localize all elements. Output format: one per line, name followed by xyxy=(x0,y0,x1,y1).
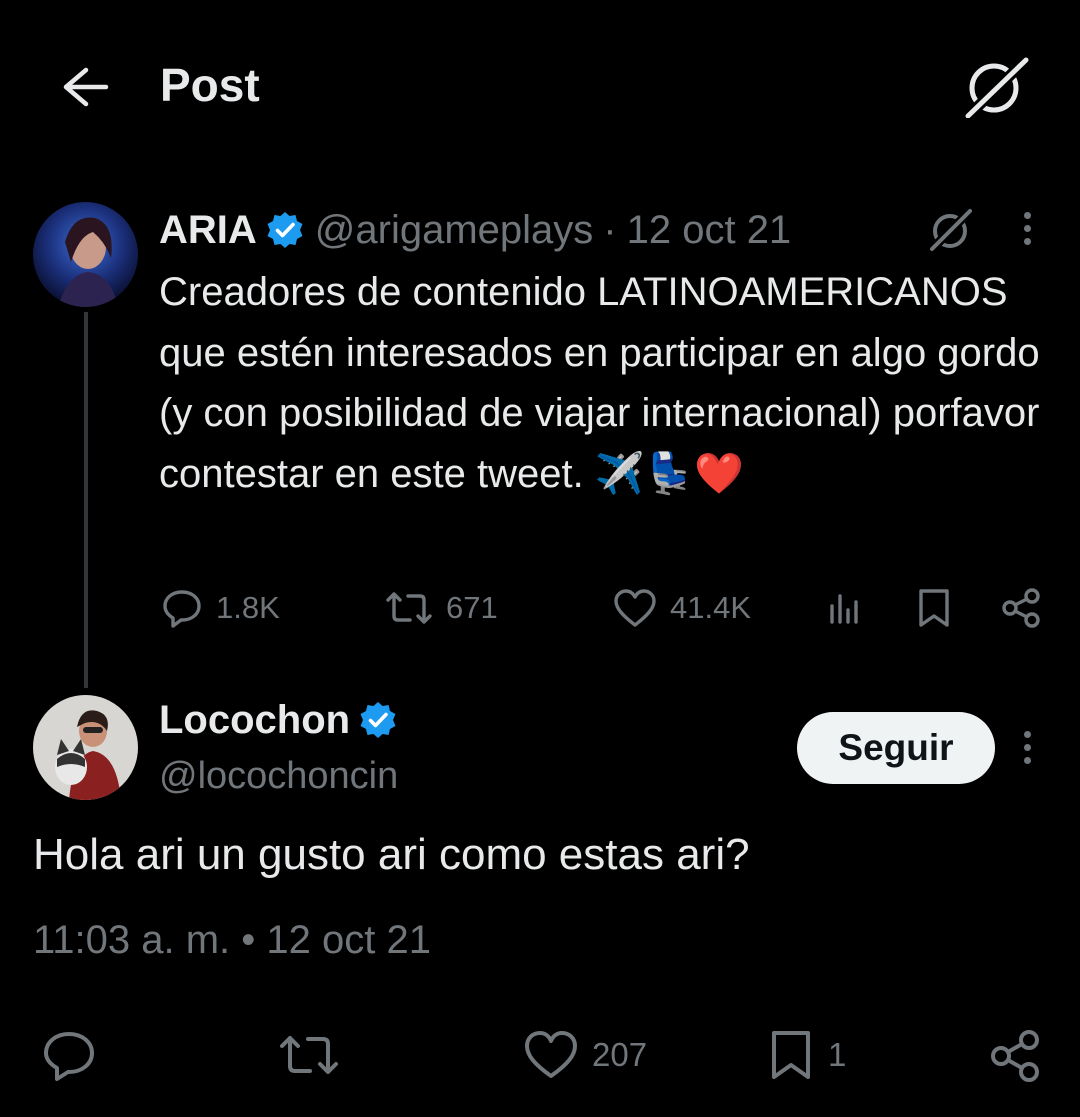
bookmark-count: 1 xyxy=(828,1036,847,1073)
reply-author-row: Locochon xyxy=(159,693,408,747)
views-button[interactable] xyxy=(826,588,866,628)
avatar-locochon[interactable] xyxy=(33,695,138,800)
reply-text: Hola ari un gusto ari como estas ari? xyxy=(33,830,750,879)
avatar-aria[interactable] xyxy=(33,202,138,307)
heart-icon xyxy=(525,1031,577,1078)
grok-icon[interactable] xyxy=(960,56,1030,120)
post-action-bar: 1.8K 671 41.4K xyxy=(0,580,1080,636)
like-count: 41.4K xyxy=(670,590,752,625)
display-name[interactable]: ARIA xyxy=(159,208,257,253)
follow-button[interactable]: Seguir xyxy=(797,712,995,784)
share-button[interactable] xyxy=(1000,586,1044,630)
top-bar: Post xyxy=(0,0,1080,175)
reply-button[interactable] xyxy=(40,1028,98,1082)
analytics-icon xyxy=(830,594,858,624)
verified-badge-icon xyxy=(358,700,398,740)
reply-icon xyxy=(163,590,201,628)
post-date[interactable]: 12 oct 21 xyxy=(627,208,792,253)
more-options-icon[interactable] xyxy=(1019,731,1035,771)
verified-badge-icon xyxy=(265,210,305,250)
more-options-icon[interactable] xyxy=(1019,212,1035,252)
grok-icon[interactable] xyxy=(926,207,974,253)
share-button[interactable] xyxy=(988,1028,1044,1084)
separator-dot: · xyxy=(603,207,617,252)
like-count: 207 xyxy=(592,1036,648,1073)
bookmark-icon xyxy=(772,1031,810,1079)
reply-count: 1.8K xyxy=(216,590,280,625)
like-button[interactable]: 41.4K xyxy=(612,586,751,630)
reply-icon xyxy=(44,1032,94,1081)
like-button[interactable]: 207 xyxy=(522,1028,647,1082)
handle[interactable]: @arigameplays xyxy=(315,208,594,253)
repost-icon xyxy=(280,1036,338,1074)
reply-button[interactable]: 1.8K xyxy=(160,586,280,630)
bookmark-button[interactable]: 1 xyxy=(766,1028,846,1082)
handle[interactable]: @locochoncin xyxy=(159,755,398,798)
share-icon xyxy=(991,1030,1039,1082)
repost-button[interactable]: 671 xyxy=(384,586,498,630)
repost-button[interactable] xyxy=(276,1028,342,1082)
post-text: Creadores de contenido LATINOAMERICANOS … xyxy=(159,270,1040,496)
post-timestamp[interactable]: 11:03 a. m. • 12 oct 21 xyxy=(33,918,431,963)
page-title: Post xyxy=(160,59,260,111)
repost-count: 671 xyxy=(446,590,498,625)
bookmark-button[interactable] xyxy=(914,586,954,630)
display-name[interactable]: Locochon xyxy=(159,698,350,743)
post-author-row: ARIA @arigameplays · 12 oct 21 xyxy=(159,203,791,257)
share-icon xyxy=(1002,588,1040,628)
bookmark-icon xyxy=(919,589,949,627)
back-arrow-icon[interactable] xyxy=(58,62,112,112)
repost-icon xyxy=(386,592,432,624)
reply-action-bar: 207 1 xyxy=(0,1020,1080,1090)
heart-icon xyxy=(614,589,656,627)
